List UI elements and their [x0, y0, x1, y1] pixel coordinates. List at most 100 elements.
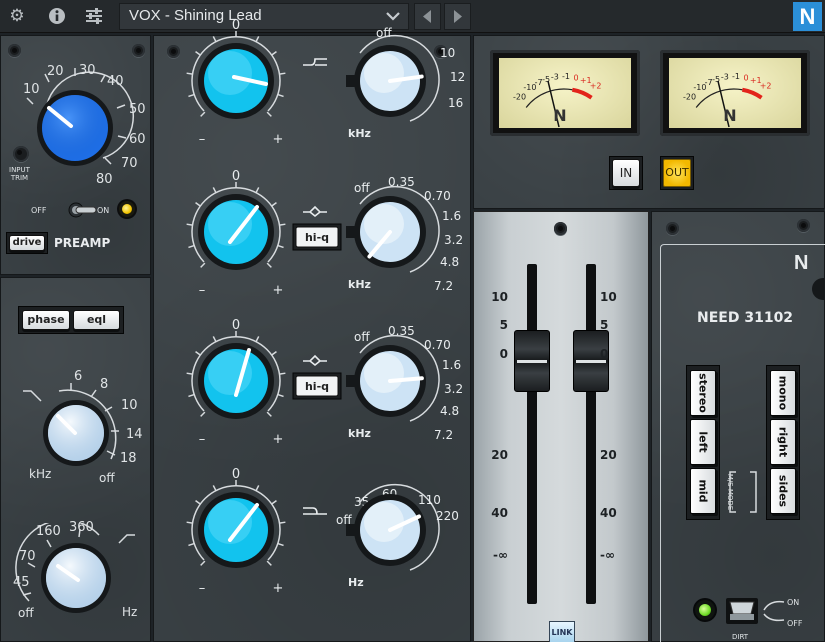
gain-tick: 80	[96, 172, 113, 187]
gain-scale-tick	[188, 244, 195, 249]
gain-scale-tick	[212, 36, 217, 43]
out-button[interactable]: OUT	[663, 159, 691, 187]
info-icon[interactable]	[44, 4, 70, 28]
gain-scale-tick	[188, 542, 195, 547]
drive-indicator-led	[119, 201, 135, 217]
gain-scale-tick	[255, 36, 260, 43]
freq-tick-label: 110	[418, 493, 441, 507]
vu-scale-label: 0	[744, 73, 749, 82]
gain-scale-tick	[195, 351, 201, 356]
gain-knob[interactable]	[198, 492, 274, 568]
gain-minus-label: –	[199, 283, 206, 298]
eql-button[interactable]: eql	[73, 310, 120, 330]
stereo-button[interactable]: stereo	[690, 370, 716, 416]
sides-button[interactable]: sides	[770, 468, 796, 514]
gear-icon[interactable]: ⚙	[4, 4, 30, 28]
gain-knob[interactable]	[198, 343, 274, 419]
in-button-frame: IN	[609, 156, 643, 190]
gain-scale-tick	[200, 411, 206, 417]
gain-scale-tick	[277, 542, 284, 547]
gain-knob[interactable]	[198, 43, 274, 119]
lpf-unit: Hz	[122, 605, 138, 619]
left-button[interactable]: left	[690, 419, 716, 465]
freq-knob[interactable]	[346, 45, 426, 117]
freq-tick-label: 0.70	[424, 189, 451, 203]
fader-tick-right: 5	[600, 318, 609, 332]
lpf-knob[interactable]	[40, 542, 112, 614]
phase-button[interactable]: phase	[22, 310, 70, 330]
gain-scale-tick	[186, 521, 193, 524]
freq-tick-label: off	[354, 330, 370, 344]
dirt-label: DIRT	[732, 633, 749, 641]
gain-scale-tick	[255, 485, 260, 492]
gain-scale-tick	[271, 351, 277, 356]
gain-minus-label: –	[199, 132, 206, 147]
freq-unit-label: kHz	[348, 127, 371, 140]
freq-knob[interactable]	[346, 345, 426, 417]
lpf-tick: off	[18, 606, 34, 620]
gain-scale-tick	[212, 187, 217, 194]
right-button[interactable]: right	[770, 419, 796, 465]
freq-unit-label: kHz	[348, 427, 371, 440]
freq-tick-label: 7.2	[434, 428, 453, 442]
gain-zero-label: 0	[232, 18, 240, 33]
hpf-tick: 18	[120, 451, 137, 466]
lpf-tick: 360	[69, 520, 94, 535]
gain-scale-tick	[277, 393, 284, 398]
freq-knob[interactable]	[346, 196, 426, 268]
gain-scale-tick	[279, 72, 286, 75]
dirt-off-label: OFF	[787, 619, 803, 628]
drive-button[interactable]: drive	[9, 235, 45, 251]
preamp-title: PREAMP	[54, 236, 111, 250]
mono-button[interactable]: mono	[770, 370, 796, 416]
gain-plus-label: +	[273, 132, 284, 147]
vu-scale-label: -3	[721, 73, 729, 82]
out-button-frame: OUT	[660, 156, 694, 190]
freq-tick-label: 3.2	[444, 382, 463, 396]
gain-scale-tick	[200, 111, 206, 117]
gain-minus-label: –	[199, 432, 206, 447]
gain-scale-tick	[271, 500, 277, 505]
freq-unit-label: kHz	[348, 278, 371, 291]
in-button[interactable]: IN	[612, 159, 640, 187]
link-button[interactable]: LINK	[549, 621, 575, 642]
vu-scale-label: -20	[513, 93, 526, 102]
gain-tick: 60	[129, 132, 146, 147]
vu-scale-left: -20-10-7 -5 -3 -1 0 +1+2N	[513, 72, 601, 128]
vu-scale-label: 0	[574, 73, 579, 82]
gain-tick: 70	[121, 156, 138, 171]
freq-tick-label: 0.70	[424, 338, 451, 352]
vu-scale-label: +2	[760, 81, 772, 90]
vu-logo: N	[553, 106, 566, 125]
hi-q-button[interactable]: hi-q	[292, 223, 342, 251]
shelf-low-curve-icon	[303, 507, 327, 515]
gain-scale-tick	[195, 51, 201, 56]
hi-q-button[interactable]: hi-q	[292, 372, 342, 400]
fader-tick-right: -∞	[600, 548, 615, 562]
gain-scale-tick	[200, 262, 206, 268]
freq-tick-label: 220	[436, 509, 459, 523]
freq-tick-label: 0.35	[388, 324, 415, 338]
gain-scale-tick	[277, 93, 284, 98]
dirt-on-label: ON	[787, 598, 800, 607]
hpf-knob[interactable]	[42, 399, 110, 467]
fader-left[interactable]	[514, 330, 550, 392]
input-trim-screw[interactable]	[13, 146, 29, 162]
model-name: NEED 31102	[697, 310, 794, 326]
screw	[666, 222, 679, 235]
gain-scale-tick	[271, 51, 277, 56]
fader-right[interactable]	[573, 330, 609, 392]
eq-band-1: 0 – + off 10 12 16 kHz	[186, 18, 465, 147]
sliders-icon[interactable]	[81, 4, 107, 28]
gain-scale-tick	[195, 202, 201, 207]
gain-knob[interactable]	[35, 88, 115, 168]
freq-tick-label: 1.6	[442, 209, 461, 223]
mid-button[interactable]: mid	[690, 468, 716, 514]
brand-logo[interactable]: N	[793, 2, 822, 31]
dirt-toggle[interactable]	[724, 594, 760, 626]
shelf-high-curve-icon	[303, 58, 327, 66]
gain-scale-tick	[277, 244, 284, 249]
freq-tick-label: 16	[448, 96, 463, 110]
gain-knob[interactable]	[198, 194, 274, 270]
freq-tick-label: 3.2	[444, 233, 463, 247]
